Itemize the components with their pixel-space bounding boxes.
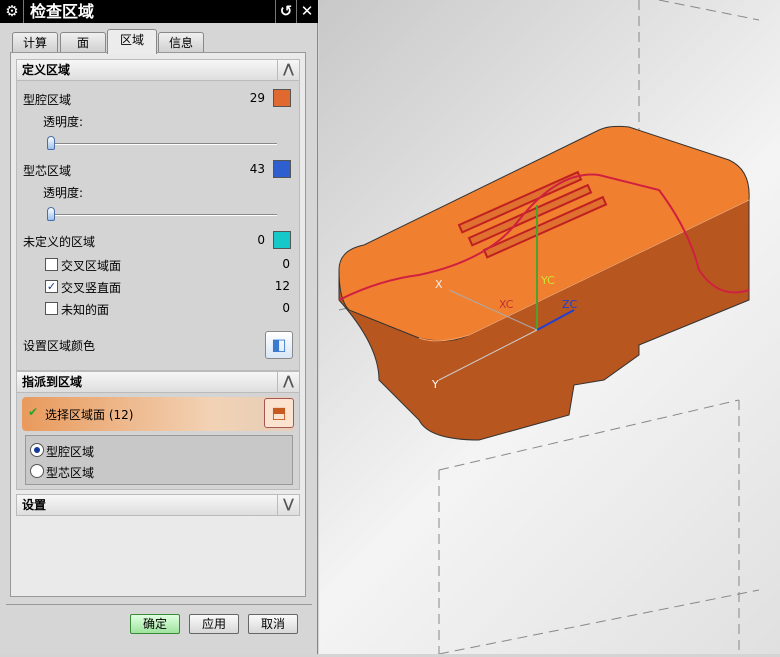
core-label: 型芯区域 [23,164,72,178]
graphics-viewport[interactable]: X XC YC ZC Y [319,0,780,655]
divider [23,0,24,23]
chevron-down-icon[interactable]: ⋁ [277,495,299,515]
crossing-faces-count: 0 [282,257,290,271]
section-title: 指派到区域 [22,375,83,389]
title-bar: ⚙ 检查区域 ↺ ✕ [0,0,318,23]
tab-calculate[interactable]: 计算 [12,32,58,53]
undefined-color-swatch[interactable] [273,231,291,249]
crossing-faces-checkbox[interactable] [45,258,58,271]
core-radio-label: 型芯区域 [46,466,95,480]
undefined-count: 0 [257,233,265,247]
cavity-radio[interactable] [30,443,44,457]
core-color-swatch[interactable] [273,160,291,178]
select-faces-row[interactable]: ✔ 选择区域面 (12) ⬒ [22,397,294,431]
regions-panel: 定义区域 ⋀ 型腔区域 29 透明度: 型芯区域 43 透明度: 未定义的区域 0… [10,52,306,597]
cavity-color-swatch[interactable] [273,89,291,107]
undefined-label: 未定义的区域 [23,235,96,249]
tab-faces[interactable]: 面 [60,32,106,53]
cavity-count: 29 [249,91,265,105]
crossing-vertical-label: 交叉竖直面 [61,281,122,295]
define-regions-body: 型腔区域 29 透明度: 型芯区域 43 透明度: 未定义的区域 0 交叉区域面… [16,81,300,371]
select-face-icon[interactable]: ⬒ [264,398,294,428]
core-radio[interactable] [30,464,44,478]
zc-axis-label: ZC [562,298,578,311]
crossing-vertical-checkbox[interactable]: ✓ [45,280,58,293]
crossing-vertical-count: 12 [274,279,290,293]
set-region-color-label: 设置区域颜色 [23,339,96,353]
y-axis-label: Y [431,378,439,391]
apply-button[interactable]: 应用 [189,614,239,634]
core-transparency-slider[interactable] [47,207,277,221]
unknown-faces-count: 0 [282,301,290,315]
section-title: 定义区域 [22,63,71,77]
tab-regions[interactable]: 区域 [107,29,157,54]
chevron-up-icon[interactable]: ⋀ [277,60,299,80]
unknown-faces-label: 未知的面 [61,303,110,317]
set-region-color-button[interactable]: ◧ [265,331,293,359]
cavity-transparency-slider[interactable] [47,136,277,150]
transparency-label: 透明度: [43,115,84,129]
check-regions-dialog: ⚙ 检查区域 ↺ ✕ 计算 面 区域 信息 定义区域 ⋀ 型腔区域 29 透明度:… [0,0,318,654]
yc-axis-label: YC [540,274,555,287]
model-view: X XC YC ZC Y [338,0,760,655]
assign-regions-header[interactable]: 指派到区域 ⋀ [16,371,300,393]
ok-button[interactable]: 确定 [130,614,180,634]
dialog-title: 检查区域 [30,2,95,21]
crossing-faces-label: 交叉区域面 [61,259,122,273]
slider-thumb[interactable] [47,136,55,150]
color-cube-icon: ◧ [271,335,287,354]
settings-header[interactable]: 设置 ⋁ [16,494,300,516]
select-faces-label: 选择区域面 (12) [45,408,134,422]
assign-regions-body: ✔ 选择区域面 (12) ⬒ 型腔区域 型芯区域 [16,393,300,490]
chevron-up-icon[interactable]: ⋀ [277,372,299,392]
check-icon: ✔ [28,405,39,419]
x-axis-label: X [435,278,443,291]
reset-icon[interactable]: ↺ [277,2,295,20]
region-radio-group: 型腔区域 型芯区域 [25,435,293,485]
cavity-radio-label: 型腔区域 [46,445,95,459]
cavity-label: 型腔区域 [23,93,72,107]
unknown-faces-checkbox[interactable] [45,302,58,315]
gear-icon[interactable]: ⚙ [3,2,21,20]
divider [275,0,276,23]
divider [6,604,312,605]
slider-thumb[interactable] [47,207,55,221]
cancel-button[interactable]: 取消 [248,614,298,634]
define-regions-header[interactable]: 定义区域 ⋀ [16,59,300,81]
divider [296,0,297,23]
transparency-label: 透明度: [43,186,84,200]
close-icon[interactable]: ✕ [298,2,316,20]
xc-axis-label: XC [499,298,514,311]
section-title: 设置 [22,498,47,512]
tab-info[interactable]: 信息 [158,32,204,53]
core-count: 43 [249,162,265,176]
